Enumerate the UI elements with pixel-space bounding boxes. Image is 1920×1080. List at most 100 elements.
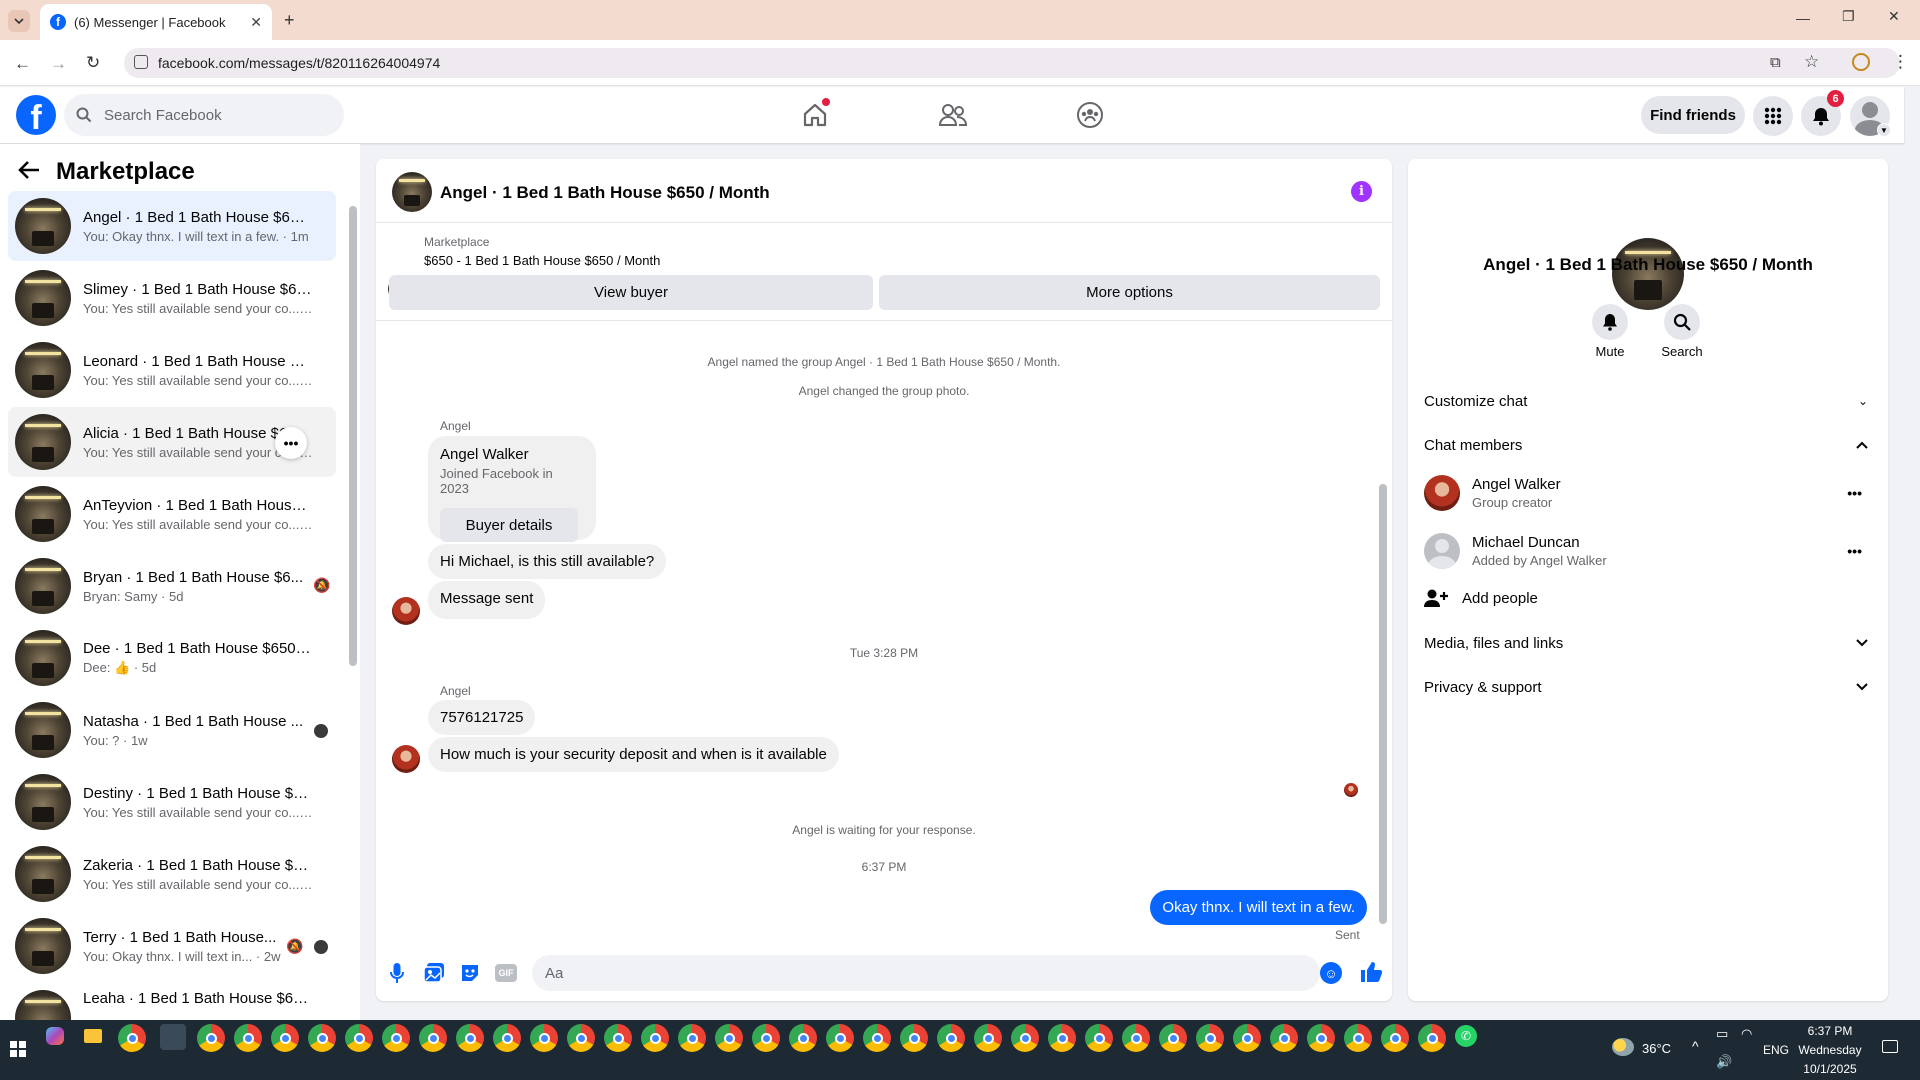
back-arrow-icon[interactable]: ← — [14, 54, 31, 74]
chrome-taskbar-icon[interactable] — [530, 1024, 558, 1052]
privacy-support-section[interactable]: Privacy & support — [1424, 667, 1876, 707]
close-tab-icon[interactable]: ✕ — [250, 14, 262, 31]
clock-time[interactable]: 6:37 PM — [1790, 1024, 1870, 1038]
menu-button[interactable] — [1753, 96, 1793, 136]
message-bubble[interactable]: 7576121725 — [428, 700, 536, 735]
new-tab-button[interactable]: + — [284, 10, 295, 31]
conversation-options-button[interactable]: ••• — [275, 427, 307, 459]
chrome-taskbar-icon[interactable] — [567, 1024, 595, 1052]
facebook-logo-icon[interactable]: f — [16, 95, 56, 135]
sender-avatar[interactable] — [392, 745, 420, 773]
member-options-icon[interactable]: ••• — [1847, 485, 1862, 501]
chrome-taskbar-icon[interactable] — [789, 1024, 817, 1052]
chrome-taskbar-icon[interactable] — [308, 1024, 336, 1052]
conversation-item[interactable]: Leonard · 1 Bed 1 Bath House $6... You: Y… — [8, 335, 336, 405]
chrome-taskbar-icon[interactable] — [382, 1024, 410, 1052]
clock-day[interactable]: Wednesday — [1790, 1043, 1870, 1057]
file-explorer-icon[interactable] — [84, 1029, 102, 1043]
customize-chat-section[interactable]: Customize chat ⌄ — [1424, 381, 1876, 421]
install-app-icon[interactable]: ⧉ — [1770, 54, 1781, 71]
member-options-icon[interactable]: ••• — [1847, 543, 1862, 559]
back-button[interactable] — [18, 160, 40, 180]
forward-arrow-icon[interactable]: → — [50, 54, 67, 74]
profile-icon[interactable] — [1852, 53, 1870, 71]
search-input[interactable]: Search Facebook — [64, 94, 344, 136]
nav-groups[interactable] — [1070, 95, 1110, 135]
sender-avatar[interactable] — [392, 597, 420, 625]
chrome-taskbar-icon[interactable] — [604, 1024, 632, 1052]
chrome-taskbar-icon[interactable] — [1159, 1024, 1187, 1052]
notification-center-icon[interactable] — [1882, 1040, 1898, 1053]
sticker-icon[interactable] — [459, 962, 481, 984]
conversation-item[interactable]: Dee · 1 Bed 1 Bath House $650 / ... Dee: … — [8, 623, 336, 693]
microphone-icon[interactable] — [389, 962, 405, 984]
reload-icon[interactable]: ↻ — [86, 53, 100, 73]
copilot-icon[interactable] — [46, 1027, 64, 1045]
buyer-details-button[interactable]: Buyer details — [440, 508, 578, 542]
conversation-item[interactable]: Natasha · 1 Bed 1 Bath House ... You: ? ·… — [8, 695, 336, 765]
chrome-taskbar-icon[interactable] — [863, 1024, 891, 1052]
conversation-item[interactable]: Zakeria · 1 Bed 1 Bath House $65... You: … — [8, 839, 336, 909]
chrome-taskbar-icon[interactable] — [456, 1024, 484, 1052]
chrome-taskbar-icon[interactable] — [826, 1024, 854, 1052]
member-row[interactable]: Angel Walker Group creator ••• — [1424, 466, 1876, 520]
chat-avatar[interactable] — [392, 172, 432, 212]
bookmark-star-icon[interactable]: ☆ — [1804, 52, 1819, 72]
whatsapp-icon[interactable]: ✆ — [1455, 1025, 1477, 1047]
address-bar[interactable]: facebook.com/messages/t/820116264004974 — [124, 48, 1900, 78]
minimize-window-button[interactable]: — — [1796, 10, 1810, 26]
chrome-taskbar-icon[interactable] — [1011, 1024, 1039, 1052]
conversation-item[interactable]: Bryan · 1 Bed 1 Bath House $6... Bryan: S… — [8, 551, 336, 621]
gif-icon[interactable]: GIF — [495, 964, 517, 982]
chrome-taskbar-icon[interactable] — [1048, 1024, 1076, 1052]
weather-icon[interactable] — [1612, 1038, 1634, 1056]
chrome-taskbar-icon[interactable] — [1233, 1024, 1261, 1052]
chrome-taskbar-icon[interactable] — [271, 1024, 299, 1052]
listing-title[interactable]: $650 - 1 Bed 1 Bath House $650 / Month — [424, 253, 660, 268]
info-icon[interactable]: i — [1351, 181, 1372, 202]
chrome-taskbar-icon[interactable] — [1196, 1024, 1224, 1052]
message-bubble[interactable]: How much is your security deposit and wh… — [428, 737, 839, 772]
close-window-button[interactable]: ✕ — [1888, 8, 1900, 25]
chrome-taskbar-icon[interactable] — [937, 1024, 965, 1052]
weather-temperature[interactable]: 36°C — [1642, 1041, 1671, 1056]
chrome-taskbar-icon[interactable] — [641, 1024, 669, 1052]
chrome-taskbar-icon[interactable] — [345, 1024, 373, 1052]
nav-friends[interactable] — [933, 95, 973, 135]
wifi-icon[interactable]: ◠ — [1741, 1026, 1752, 1042]
find-friends-button[interactable]: Find friends — [1641, 96, 1745, 134]
search-conversation-button[interactable] — [1664, 304, 1700, 340]
chrome-taskbar-icon[interactable] — [493, 1024, 521, 1052]
sidebar-scrollbar[interactable] — [349, 206, 357, 666]
conversation-item[interactable]: AnTeyvion · 1 Bed 1 Bath House ... You: Y… — [8, 479, 336, 549]
chrome-taskbar-icon[interactable] — [1344, 1024, 1372, 1052]
chrome-taskbar-icon[interactable] — [900, 1024, 928, 1052]
chrome-taskbar-icon[interactable] — [974, 1024, 1002, 1052]
volume-icon[interactable]: 🔊 — [1716, 1054, 1732, 1070]
chat-scrollbar[interactable] — [1379, 484, 1387, 924]
conversation-item[interactable]: Angel · 1 Bed 1 Bath House $650... You: O… — [8, 191, 336, 261]
chrome-taskbar-icon[interactable] — [1381, 1024, 1409, 1052]
conversation-item[interactable]: Leaha · 1 Bed 1 Bath House $650... — [8, 983, 336, 1020]
chrome-taskbar-icon[interactable] — [118, 1024, 146, 1052]
taskbar-tray-icon[interactable]: ▭ — [1716, 1026, 1728, 1042]
site-info-icon[interactable] — [134, 55, 148, 69]
chrome-taskbar-icon[interactable] — [1122, 1024, 1150, 1052]
tab-search-button[interactable] — [8, 10, 30, 32]
start-windows-icon[interactable] — [10, 1041, 26, 1057]
emoji-icon[interactable]: ☺ — [1320, 962, 1342, 984]
clock-date[interactable]: 10/1/2025 — [1790, 1062, 1870, 1076]
message-input[interactable]: Aa — [532, 955, 1320, 991]
view-buyer-button[interactable]: View buyer — [389, 275, 873, 310]
chrome-taskbar-icon[interactable] — [678, 1024, 706, 1052]
chrome-taskbar-icon[interactable] — [715, 1024, 743, 1052]
my-message-bubble[interactable]: Okay thnx. I will text in a few. — [1150, 890, 1367, 925]
chat-title[interactable]: Angel · 1 Bed 1 Bath House $650 / Month — [440, 183, 770, 203]
add-people-button[interactable]: Add people — [1424, 580, 1876, 616]
chat-members-section[interactable]: Chat members — [1424, 425, 1876, 465]
chrome-taskbar-icon[interactable] — [1307, 1024, 1335, 1052]
more-options-button[interactable]: More options — [879, 275, 1380, 310]
tray-expand-icon[interactable]: ^ — [1692, 1038, 1699, 1054]
thumbs-up-icon[interactable] — [1359, 960, 1383, 984]
message-bubble[interactable]: Hi Michael, is this still available? — [428, 544, 667, 579]
